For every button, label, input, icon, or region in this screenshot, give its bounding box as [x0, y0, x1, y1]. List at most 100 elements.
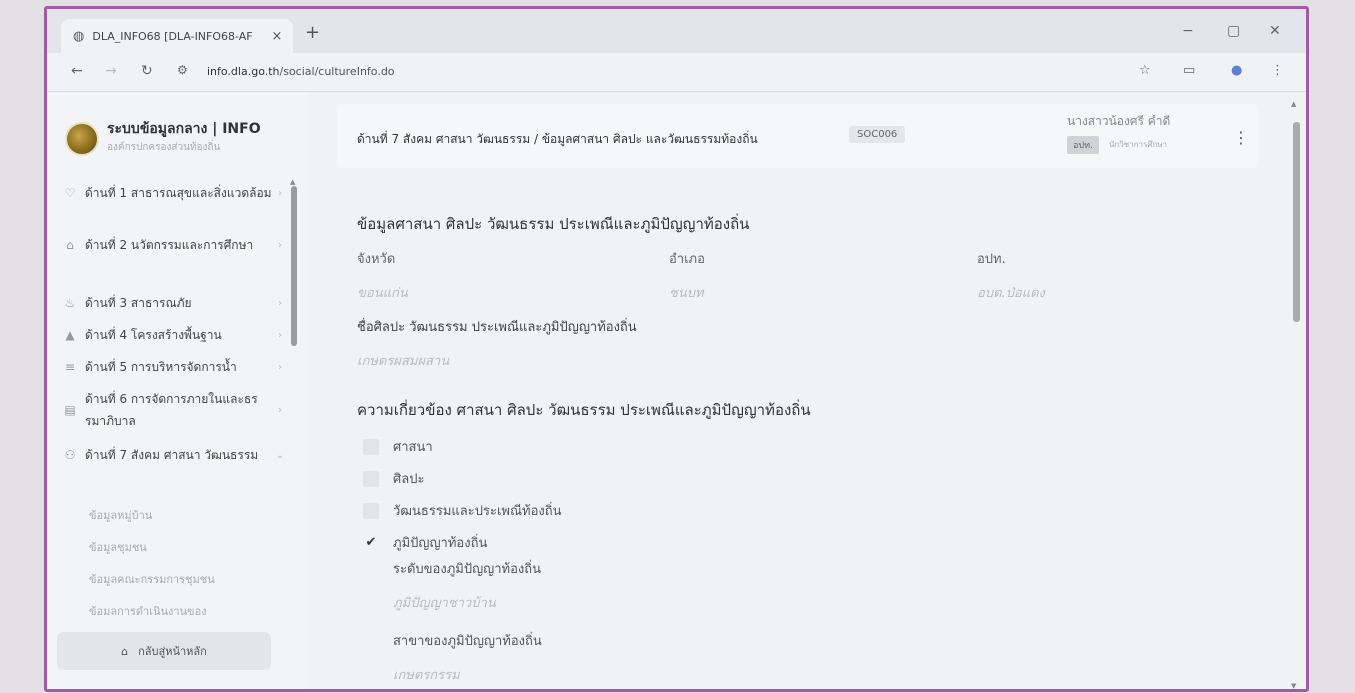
- tab-title: DLA_INFO68 [DLA-INFO68-AF: [92, 29, 253, 43]
- checkbox-box[interactable]: [363, 502, 379, 519]
- checkbox-box[interactable]: [363, 438, 379, 455]
- checkbox-label: ศิลปะ: [393, 472, 425, 487]
- chevron-down-icon: ⌄: [275, 449, 285, 461]
- browser-window: ◍ DLA_INFO68 [DLA-INFO68-AF × + − ▢ ✕ ← …: [44, 6, 1309, 692]
- checkbox-wisdom[interactable]: ✔ ภูมิปัญญาท้องถิ่น: [363, 532, 488, 553]
- checkbox-label: ศาสนา: [393, 440, 433, 455]
- url-path: /social/cultureInfo.do: [279, 65, 395, 78]
- chevron-right-icon: ›: [278, 187, 282, 199]
- user-menu-icon[interactable]: ⋮: [1233, 128, 1249, 147]
- sidebar-item-3[interactable]: ♨ ด้านที่ 3 สาธารณภัย ›: [47, 292, 287, 314]
- lao-label: อปท.: [977, 252, 1006, 267]
- people-icon: ⚇: [64, 448, 76, 462]
- chevron-right-icon: ›: [278, 297, 282, 309]
- wisdom-level-value: ภูมิปัญญาชาวบ้าน: [393, 596, 496, 611]
- profile-icon[interactable]: ●: [1231, 63, 1242, 78]
- sidebar-item-5[interactable]: ≡ ด้านที่ 5 การบริหารจัดการน้ำ ›: [47, 356, 287, 378]
- page-content: ระบบข้อมูลกลาง | INFO องค์กรปกครองส่วนท้…: [47, 92, 1306, 689]
- breadcrumb: ด้านที่ 7 สังคม ศาสนา วัฒนธรรม / ข้อมูลศ…: [357, 132, 758, 146]
- chevron-right-icon: ›: [278, 404, 282, 416]
- checkbox-religion[interactable]: ศาสนา: [363, 436, 433, 457]
- sidebar-item-1[interactable]: ♡ ด้านที่ 1 สาธารณสุขและสิ่งแวดล้อม ›: [47, 182, 287, 204]
- sidebar-item-2[interactable]: ⌂ ด้านที่ 2 นวัตกรรมและการศึกษา ›: [47, 234, 287, 256]
- reload-icon[interactable]: ↻: [141, 63, 153, 79]
- menu-kebab-icon[interactable]: ⋮: [1271, 63, 1284, 78]
- home-button-label: กลับสู่หน้าหลัก: [138, 645, 207, 658]
- wisdom-branch-value: เกษตรกรรม: [393, 668, 460, 683]
- main-scroll-down-icon[interactable]: ▼: [1291, 682, 1296, 689]
- culture-name-value: เกษตรผสมผสาน: [357, 354, 450, 369]
- sidebar-item-label: ด้านที่ 3 สาธารณภัย: [85, 296, 192, 310]
- submenu-item-committee[interactable]: ข้อมูลคณะกรรมการชุมชน: [89, 570, 215, 588]
- sidebar: ระบบข้อมูลกลาง | INFO องค์กรปกครองส่วนท้…: [47, 92, 309, 689]
- chevron-right-icon: ›: [278, 239, 282, 251]
- close-window-icon[interactable]: ✕: [1269, 23, 1281, 39]
- globe-icon: ◍: [73, 28, 85, 44]
- tab-close-icon[interactable]: ×: [267, 29, 287, 44]
- province-value: ขอนแก่น: [357, 286, 408, 301]
- sidebar-item-label: ด้านที่ 7 สังคม ศาสนา วัฒนธรรม: [85, 448, 259, 462]
- checkbox-label: ภูมิปัญญาท้องถิ่น: [393, 536, 488, 551]
- checkbox-art[interactable]: ศิลปะ: [363, 468, 424, 489]
- dla-logo-icon: [65, 122, 99, 156]
- submenu-item-village[interactable]: ข้อมูลหมู่บ้าน: [89, 506, 152, 524]
- sidebar-item-label: ด้านที่ 1 สาธารณสุขและสิ่งแวดล้อม: [85, 186, 272, 200]
- star-icon[interactable]: ☆: [1139, 63, 1151, 78]
- main-body: ข้อมูลศาสนา ศิลปะ วัฒนธรรม ประเพณีและภูม…: [337, 182, 1259, 689]
- submenu-item-community[interactable]: ข้อมูลชุมชน: [89, 538, 147, 556]
- wisdom-level-label: ระดับของภูมิปัญญาท้องถิ่น: [393, 562, 542, 577]
- sidebar-item-6[interactable]: ▤ ด้านที่ 6 การจัดการภายในและธรรมาภิบาล …: [47, 388, 287, 432]
- forward-icon[interactable]: →: [105, 63, 117, 79]
- wisdom-branch-label: สาขาของภูมิปัญญาท้องถิ่น: [393, 634, 542, 649]
- url-field[interactable]: info.dla.go.th/social/cultureInfo.do: [207, 65, 395, 78]
- checkbox-box[interactable]: [363, 470, 379, 487]
- sidebar-header: ระบบข้อมูลกลาง | INFO องค์กรปกครองส่วนท้…: [61, 110, 301, 160]
- checkbox-label: วัฒนธรรมและประเพณีท้องถิ่น: [393, 504, 562, 519]
- section-heading-relation: ความเกี่ยวข้อง ศาสนา ศิลปะ วัฒนธรรม ประเ…: [357, 401, 811, 419]
- heart-icon: ♡: [64, 186, 76, 200]
- site-settings-icon[interactable]: ⚙: [177, 63, 188, 77]
- home-icon: ⌂: [121, 644, 129, 658]
- back-icon[interactable]: ←: [71, 63, 83, 79]
- sidebar-item-4[interactable]: ▲ ด้านที่ 4 โครงสร้างพื้นฐาน ›: [47, 324, 287, 346]
- province-label: จังหวัด: [357, 252, 396, 267]
- district-label: อำเภอ: [669, 252, 705, 267]
- app-subtitle: องค์กรปกครองส่วนท้องถิ่น: [107, 142, 221, 153]
- fire-icon: ♨: [64, 296, 76, 310]
- user-name: นางสาวน้องศรี คำดี: [1067, 114, 1171, 128]
- main-scrollbar[interactable]: [1293, 122, 1300, 322]
- school-icon: ⌂: [66, 238, 74, 252]
- document-icon: ▤: [64, 403, 76, 417]
- chevron-right-icon: ›: [278, 361, 282, 373]
- url-host: info.dla.go.th: [207, 65, 280, 78]
- main-scroll-up-icon[interactable]: ▲: [1291, 100, 1296, 108]
- chevron-right-icon: ›: [278, 329, 282, 341]
- home-button[interactable]: ⌂ กลับสู่หน้าหลัก: [57, 632, 271, 670]
- lao-value: อบต.ป่อแดง: [977, 286, 1045, 301]
- page-code-badge: SOC006: [849, 126, 906, 143]
- sidebar-scrollbar[interactable]: [291, 186, 297, 346]
- culture-name-label: ชื่อศิลปะ วัฒนธรรม ประเพณีและภูมิปัญญาท้…: [357, 320, 637, 335]
- checkmark-icon[interactable]: ✔: [363, 535, 379, 551]
- restore-icon[interactable]: ▢: [1227, 23, 1240, 39]
- checkbox-culture[interactable]: วัฒนธรรมและประเพณีท้องถิ่น: [363, 500, 562, 521]
- building-icon: ▲: [65, 328, 75, 342]
- sidebar-item-label: ด้านที่ 4 โครงสร้างพื้นฐาน: [85, 328, 222, 342]
- new-tab-icon[interactable]: +: [305, 22, 320, 43]
- sidebar-item-label: ด้านที่ 5 การบริหารจัดการน้ำ: [85, 360, 237, 374]
- app-title: ระบบข้อมูลกลาง | INFO: [107, 121, 261, 137]
- sidebar-item-7[interactable]: ⚇ ด้านที่ 7 สังคม ศาสนา วัฒนธรรม ⌄: [47, 444, 287, 466]
- title-bar: ◍ DLA_INFO68 [DLA-INFO68-AF × + − ▢ ✕: [47, 9, 1306, 53]
- sidebar-item-label: ด้านที่ 6 การจัดการภายในและธรรมาภิบาล: [85, 392, 258, 428]
- minimize-icon[interactable]: −: [1182, 23, 1194, 39]
- sidebar-scroll-up-icon[interactable]: ▲: [290, 178, 295, 186]
- district-value: ชนบท: [669, 286, 704, 301]
- user-role: นักวิชาการศึกษา: [1109, 140, 1168, 149]
- section-heading-info: ข้อมูลศาสนา ศิลปะ วัฒนธรรม ประเพณีและภูม…: [357, 215, 750, 233]
- browser-tab[interactable]: ◍ DLA_INFO68 [DLA-INFO68-AF ×: [61, 19, 293, 53]
- water-icon: ≡: [64, 360, 76, 374]
- cast-icon[interactable]: ▭: [1183, 63, 1195, 78]
- submenu-item-operations[interactable]: ข้อมลการดำเนินงานของ: [89, 602, 207, 620]
- address-bar: ← → ↻ ⚙ info.dla.go.th/social/cultureInf…: [47, 53, 1306, 92]
- page-header: ด้านที่ 7 สังคม ศาสนา วัฒนธรรม / ข้อมูลศ…: [337, 104, 1259, 168]
